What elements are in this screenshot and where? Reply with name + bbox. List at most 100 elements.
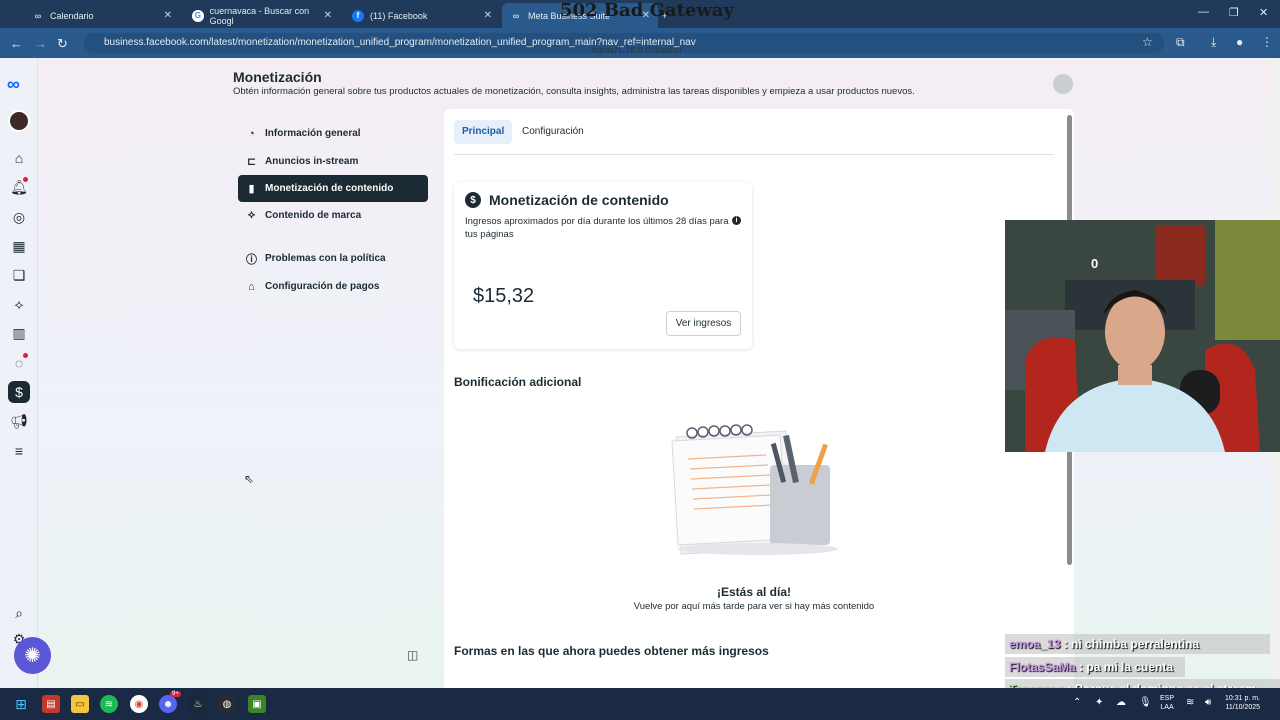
microphone-icon[interactable]: 🎙︎ xyxy=(1139,697,1152,708)
megaphone-icon: ⊏ xyxy=(246,156,257,168)
chat-message: FlotasSaMa : pa mi la cuenta xyxy=(1005,657,1185,677)
card-title: Monetización de contenido xyxy=(489,192,669,208)
chrome-icon[interactable]: ◉ xyxy=(130,695,148,713)
language-layout: LAA xyxy=(1160,704,1174,711)
home-icon[interactable]: ⌂ xyxy=(8,147,30,169)
webcam-overlay: 0 xyxy=(1005,220,1280,452)
compass-icon[interactable]: ◎ xyxy=(8,206,30,228)
back-icon[interactable]: ← xyxy=(10,36,23,51)
meta-icon: ∞ xyxy=(512,10,520,21)
megaphone-icon[interactable]: 📢︎ xyxy=(8,410,30,432)
menu-item-configuracion-pagos[interactable]: ⌂ Configuración de pagos xyxy=(238,273,428,300)
browser-tab-calendario[interactable]: ∞ Calendario ✕ xyxy=(24,3,180,28)
dropbox-icon[interactable]: ✦ xyxy=(1095,697,1103,708)
file-explorer-icon[interactable]: ▭ xyxy=(71,695,89,713)
forward-icon[interactable]: → xyxy=(34,36,47,51)
tab-principal[interactable]: Principal xyxy=(454,120,513,144)
facebook-icon: f xyxy=(352,9,364,22)
google-icon: G xyxy=(192,9,204,22)
chat-username: FlotasSaMa xyxy=(1009,660,1076,674)
browser-tab-facebook[interactable]: f (11) Facebook ✕ xyxy=(344,3,500,28)
volume-icon[interactable]: 🔊︎ xyxy=(1205,697,1211,708)
monetization-icon[interactable]: $ xyxy=(8,381,30,403)
search-icon[interactable]: ⌕ xyxy=(8,602,30,624)
windows-start-icon[interactable]: ⊞ xyxy=(12,695,30,713)
close-window-icon[interactable]: ✕ xyxy=(1259,6,1268,19)
content-icon[interactable]: ❏ xyxy=(8,264,30,286)
close-icon[interactable]: ✕ xyxy=(324,10,332,21)
monetization-card: $ Monetización de contenido Ingresos apr… xyxy=(454,182,752,349)
bank-icon: ⌂ xyxy=(248,280,255,293)
gauge-icon: ◔ xyxy=(248,127,255,140)
browser-tab-google[interactable]: G cuernavaca - Buscar con Googl ✕ xyxy=(184,3,340,28)
discord-icon[interactable]: ☻ xyxy=(159,695,177,713)
steam-icon[interactable]: ♨ xyxy=(189,695,207,713)
chat-text: : ni chimba perralentina xyxy=(1063,637,1200,651)
dollar-icon: $ xyxy=(465,192,481,208)
webcam-counter: 0 xyxy=(1091,256,1099,271)
error-overlay-server: nginx/1.18.0 (Ubuntu) xyxy=(592,46,682,55)
mouse-cursor-icon: ⇖ xyxy=(244,472,255,486)
meta-icon: ∞ xyxy=(34,10,42,21)
more-income-title: Formas en las que ahora puedes obtener m… xyxy=(454,644,769,658)
tab-configuracion[interactable]: Configuración xyxy=(514,120,592,144)
wifi-icon[interactable]: ≋ xyxy=(1186,697,1194,708)
bookmark-star-icon[interactable]: ☆ xyxy=(1142,35,1153,49)
language-code: ESP xyxy=(1160,695,1175,702)
menu-item-anuncios-in-stream[interactable]: ⊏ Anuncios in-stream xyxy=(238,148,428,175)
all-tools-menu-icon[interactable]: ≡ xyxy=(8,440,30,462)
cloud-icon[interactable]: ☁ xyxy=(1116,697,1126,708)
app-icon[interactable]: ▤ xyxy=(42,695,60,713)
profile-icon[interactable]: ● xyxy=(1236,35,1243,49)
obs-icon[interactable]: ◍ xyxy=(218,695,236,713)
notebook-illustration xyxy=(671,424,838,555)
discord-badge: 9+ xyxy=(170,691,181,697)
meta-logo-icon[interactable]: ∞ xyxy=(7,74,20,95)
minimize-icon[interactable]: — xyxy=(1198,6,1209,18)
chat-username: emoa_13 xyxy=(1009,637,1061,651)
handshake-icon: ⟡ xyxy=(247,209,256,221)
clock[interactable]: 10:31 p. m. 11/10/2025 xyxy=(1225,694,1260,712)
notification-dot xyxy=(23,177,28,182)
alert-icon: ⓘ xyxy=(246,253,257,266)
tab-title: (11) Facebook xyxy=(370,10,428,21)
chat-message: emoa_13 : ni chimba perralentina xyxy=(1005,634,1270,654)
menu-item-monetizacion-de-contenido[interactable]: ▮ Monetización de contenido xyxy=(238,175,428,202)
chevron-up-icon[interactable]: ⌃ xyxy=(1073,697,1081,708)
tab-title: Calendario xyxy=(50,10,94,21)
collapse-sidebar-icon[interactable]: ◫ xyxy=(407,648,418,662)
menu-item-label: Anuncios in-stream xyxy=(265,156,359,167)
error-overlay-title: 502 Bad Gateway xyxy=(560,0,734,21)
ads-icon[interactable]: ⟡ xyxy=(8,293,30,315)
language-indicator[interactable]: ESP LAA xyxy=(1160,694,1174,712)
extensions-icon[interactable]: ⧉ xyxy=(1176,35,1185,50)
info-icon[interactable]: i xyxy=(732,216,741,225)
clock-time: 10:31 p. m. xyxy=(1225,695,1261,702)
page-subtitle: Obtén información general sobre tus prod… xyxy=(233,86,915,97)
download-icon[interactable]: ⤓ xyxy=(1211,35,1216,50)
menu-item-problemas-politica[interactable]: ⓘ Problemas con la política xyxy=(238,245,428,272)
global-nav: ∞ ⌂ 🔔︎ ◎ ▦ ❏ ⟡ ▥ ◌ $ 📢︎ ≡ ⌕ ⚙ xyxy=(0,58,38,688)
tab-divider xyxy=(454,154,1054,155)
profile-avatar[interactable] xyxy=(1053,74,1073,94)
menu-item-informacion-general[interactable]: ◔ Información general xyxy=(238,120,428,147)
empty-state-title: ¡Estás al día! xyxy=(716,585,792,599)
assistant-fab-icon[interactable]: ✺ xyxy=(14,637,51,674)
menu-item-contenido-de-marca[interactable]: ⟡ Contenido de marca xyxy=(238,202,428,229)
close-icon[interactable]: ✕ xyxy=(484,10,492,21)
menu-kebab-icon[interactable]: ⋮ xyxy=(1261,35,1273,49)
reload-icon[interactable]: ↻ xyxy=(57,36,68,52)
spotify-icon[interactable]: ≋ xyxy=(100,695,118,713)
menu-item-label: Configuración de pagos xyxy=(265,281,380,292)
clock-date: 11/10/2025 xyxy=(1225,704,1261,711)
ver-ingresos-button[interactable]: Ver ingresos xyxy=(666,311,741,336)
close-icon[interactable]: ✕ xyxy=(164,10,172,21)
insights-icon[interactable]: ▥ xyxy=(8,322,30,344)
planner-grid-icon[interactable]: ▦ xyxy=(8,235,30,257)
menu-item-label: Problemas con la política xyxy=(265,253,386,264)
notifications-icon[interactable]: 🔔︎ xyxy=(8,176,30,198)
minecraft-icon[interactable]: ▣ xyxy=(248,695,266,713)
inbox-icon[interactable]: ◌ xyxy=(8,352,30,374)
page-avatar[interactable] xyxy=(8,110,30,132)
restore-icon[interactable]: ❐ xyxy=(1229,6,1239,19)
